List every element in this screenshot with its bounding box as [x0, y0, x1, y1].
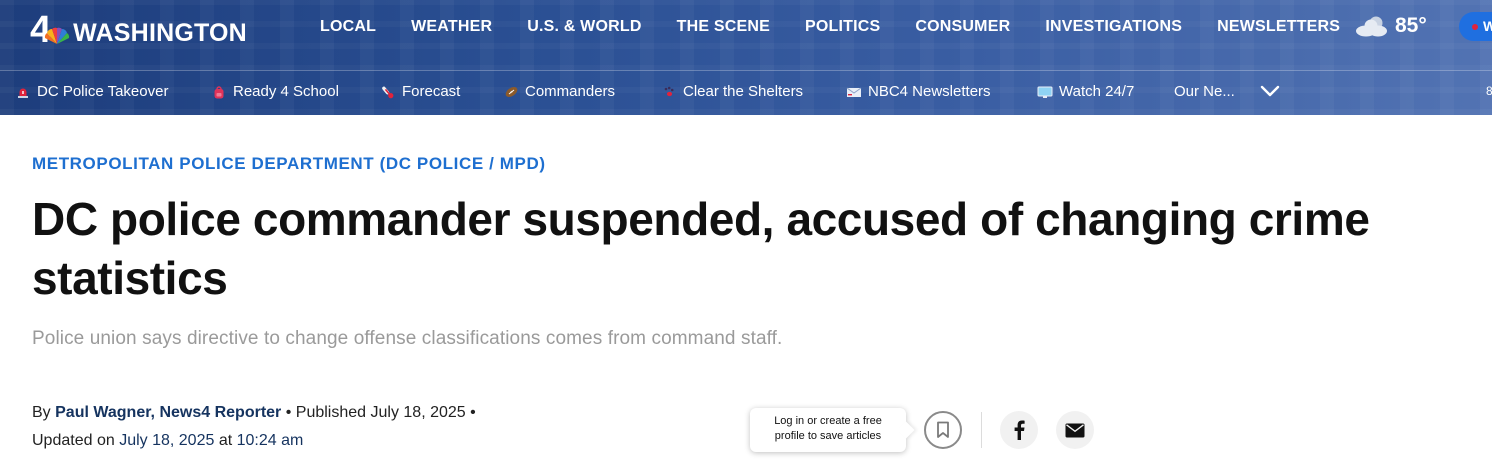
trending-item-forecast[interactable]: Forecast — [380, 83, 460, 100]
trending-label: DC Police Takeover — [37, 83, 169, 100]
updated-at: at — [218, 432, 233, 449]
share-facebook-button[interactable] — [1000, 411, 1038, 449]
overflow-icon: 8 — [1486, 84, 1492, 98]
nav-the-scene[interactable]: THE SCENE — [677, 18, 770, 36]
trending-label: Watch 24/7 — [1059, 83, 1135, 100]
chevron-down-icon[interactable] — [1260, 84, 1280, 98]
trending-item-ready-4-school[interactable]: Ready 4 School — [211, 83, 339, 100]
nav-newsletters[interactable]: NEWSLETTERS — [1217, 18, 1340, 36]
backpack-icon — [211, 84, 227, 100]
nav-local[interactable]: LOCAL — [320, 18, 376, 36]
published-date: July 18, 2025 — [370, 404, 466, 421]
trending-item-commanders[interactable]: Commanders — [503, 83, 615, 100]
updated-prefix: Updated on — [32, 432, 115, 449]
nav-politics[interactable]: POLITICS — [805, 18, 880, 36]
siren-icon — [15, 84, 31, 100]
nav-investigations[interactable]: INVESTIGATIONS — [1045, 18, 1182, 36]
nav-us-world[interactable]: U.S. & WORLD — [527, 18, 641, 36]
updated-date: July 18, 2025 — [119, 432, 215, 449]
trending-label: Ready 4 School — [233, 83, 339, 100]
tooltip-line-1: Log in or create a free — [774, 415, 882, 427]
email-icon — [1065, 423, 1085, 437]
logo-wordmark: WASHINGTON — [73, 18, 247, 47]
trending-label: Clear the Shelters — [683, 83, 804, 100]
nav-weather[interactable]: WEATHER — [411, 18, 492, 36]
published-prefix: • Published — [285, 404, 367, 421]
nbc4-washington-logo[interactable]: 4 WASHINGTON — [30, 10, 247, 50]
peacock-icon — [45, 27, 70, 44]
trending-item-our-news[interactable]: Our Ne... — [1174, 83, 1235, 100]
trending-item-watch-24-7[interactable]: Watch 24/7 — [1037, 83, 1134, 100]
temperature: 85° — [1395, 14, 1427, 37]
bookmark-icon — [937, 421, 949, 438]
tv-icon — [1037, 84, 1053, 100]
article-headline: DC police commander suspended, accused o… — [32, 193, 1370, 304]
trending-label: NBC4 Newsletters — [868, 83, 991, 100]
envelope-icon — [846, 84, 862, 100]
live-dot-icon — [1472, 24, 1478, 30]
tooltip-line-2: profile to save articles — [774, 430, 882, 442]
share-email-button[interactable] — [1056, 411, 1094, 449]
weather-widget[interactable]: 85° — [1352, 14, 1427, 38]
watch-label: W — [1483, 18, 1492, 34]
trending-label: Commanders — [525, 83, 616, 100]
article-category-link[interactable]: METROPOLITAN POLICE DEPARTMENT (DC POLIC… — [32, 154, 546, 174]
facebook-icon — [1014, 420, 1025, 440]
nav-consumer[interactable]: CONSUMER — [915, 18, 1010, 36]
thermometer-icon — [380, 84, 396, 100]
byline-bullet: • — [470, 404, 476, 421]
site-header: 4 WASHINGTON LOCAL WEATHER U.S. & WORLD … — [0, 0, 1492, 115]
main-nav: LOCAL WEATHER U.S. & WORLD THE SCENE POL… — [320, 18, 1375, 36]
byline-line-2: Updated on July 18, 2025 at 10:24 am — [32, 427, 476, 455]
watch-live-button[interactable]: W — [1459, 12, 1492, 41]
football-icon — [503, 84, 519, 100]
author-link[interactable]: Paul Wagner, News4 Reporter — [55, 404, 281, 421]
share-divider — [981, 412, 982, 448]
updated-time: 10:24 am — [236, 432, 304, 449]
paw-icon — [661, 84, 677, 100]
save-article-tooltip: Log in or create a free profile to save … — [750, 408, 906, 452]
article-byline: By Paul Wagner, News4 Reporter • Publish… — [32, 399, 476, 455]
cloud-icon — [1356, 16, 1387, 37]
trending-label: Forecast — [402, 83, 461, 100]
byline-line-1: By Paul Wagner, News4 Reporter • Publish… — [32, 399, 476, 427]
top-bar: 4 WASHINGTON LOCAL WEATHER U.S. & WORLD … — [0, 0, 1492, 70]
article-dek: Police union says directive to change of… — [32, 328, 783, 349]
trending-item-dc-police-takeover[interactable]: DC Police Takeover — [15, 83, 168, 100]
trending-item-clear-the-shelters[interactable]: Clear the Shelters — [661, 83, 803, 100]
trending-item-nbc4-newsletters[interactable]: NBC4 Newsletters — [846, 83, 991, 100]
byline-by: By — [32, 404, 51, 421]
save-article-button[interactable] — [924, 411, 962, 449]
trending-label: Our Ne... — [1174, 83, 1235, 100]
